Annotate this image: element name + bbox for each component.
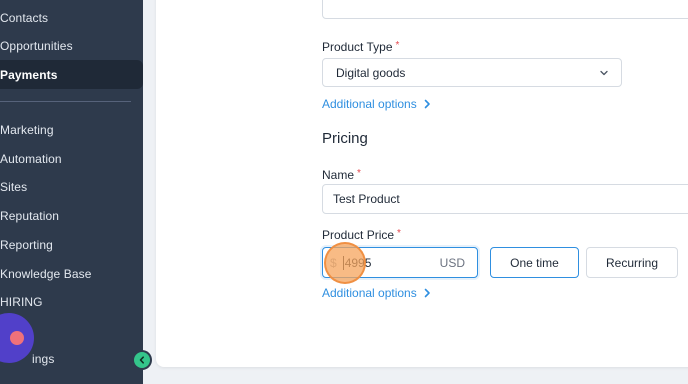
sidebar-item-label: Marketing xyxy=(0,122,54,137)
description-field[interactable] xyxy=(322,0,688,19)
additional-options-label: Additional options xyxy=(322,97,417,111)
product-name-value: Test Product xyxy=(333,192,400,206)
additional-options-label: Additional options xyxy=(322,286,417,300)
pricing-section-title: Pricing xyxy=(322,130,368,147)
required-marker: * xyxy=(357,168,361,179)
sidebar-collapse-button[interactable] xyxy=(134,352,150,368)
product-name-input[interactable]: Test Product xyxy=(322,184,688,214)
sidebar-item-reputation[interactable]: Reputation xyxy=(0,201,143,230)
sidebar-item-automation[interactable]: Automation xyxy=(0,144,143,173)
recurring-button[interactable]: Recurring xyxy=(586,247,678,278)
sidebar-item-contacts[interactable]: Contacts xyxy=(0,3,143,32)
sidebar-item-opportunities[interactable]: Opportunities xyxy=(0,31,143,60)
name-label: Name * xyxy=(322,168,361,182)
chevron-right-icon xyxy=(424,288,430,298)
additional-options-link-2[interactable]: Additional options xyxy=(322,286,431,300)
product-type-select[interactable]: Digital goods xyxy=(322,58,622,87)
sidebar-divider xyxy=(0,101,131,102)
chat-notification-dot xyxy=(10,331,24,345)
additional-options-link-1[interactable]: Additional options xyxy=(322,97,431,111)
sidebar-item-label: HIRING xyxy=(0,294,43,309)
sidebar-item-knowledge-base[interactable]: Knowledge Base xyxy=(0,259,143,288)
sidebar-item-marketing[interactable]: Marketing xyxy=(0,115,143,144)
click-indicator xyxy=(324,242,366,284)
sidebar-item-label: Sites xyxy=(0,179,28,194)
sidebar-item-label: Automation xyxy=(0,151,62,166)
sidebar-item-reporting[interactable]: Reporting xyxy=(0,230,143,259)
required-marker: * xyxy=(397,228,401,239)
sidebar-item-hiring[interactable]: HIRING xyxy=(0,287,143,316)
chevron-right-icon xyxy=(424,99,430,109)
product-price-label: Product Price * xyxy=(322,228,401,242)
chevron-left-icon xyxy=(139,356,144,364)
sidebar-item-label: Reporting xyxy=(0,237,53,252)
sidebar-item-label: ings xyxy=(32,351,55,366)
sidebar-item-sites[interactable]: Sites xyxy=(0,172,143,201)
currency-code: USD xyxy=(439,255,465,270)
one-time-button[interactable]: One time xyxy=(490,247,579,278)
sidebar-item-label: Contacts xyxy=(0,10,49,25)
product-type-value: Digital goods xyxy=(336,65,406,80)
product-type-label: Product Type * xyxy=(322,40,400,54)
sidebar-item-payments[interactable]: Payments xyxy=(0,60,143,89)
required-marker: * xyxy=(395,40,400,51)
sidebar: Contacts Opportunities Payments Marketin… xyxy=(0,0,143,384)
sidebar-item-label: Payments xyxy=(0,67,58,82)
chevron-down-icon xyxy=(599,68,609,78)
sidebar-item-label: Reputation xyxy=(0,208,60,223)
sidebar-item-label: Knowledge Base xyxy=(0,266,92,281)
sidebar-item-label: Opportunities xyxy=(0,38,73,53)
